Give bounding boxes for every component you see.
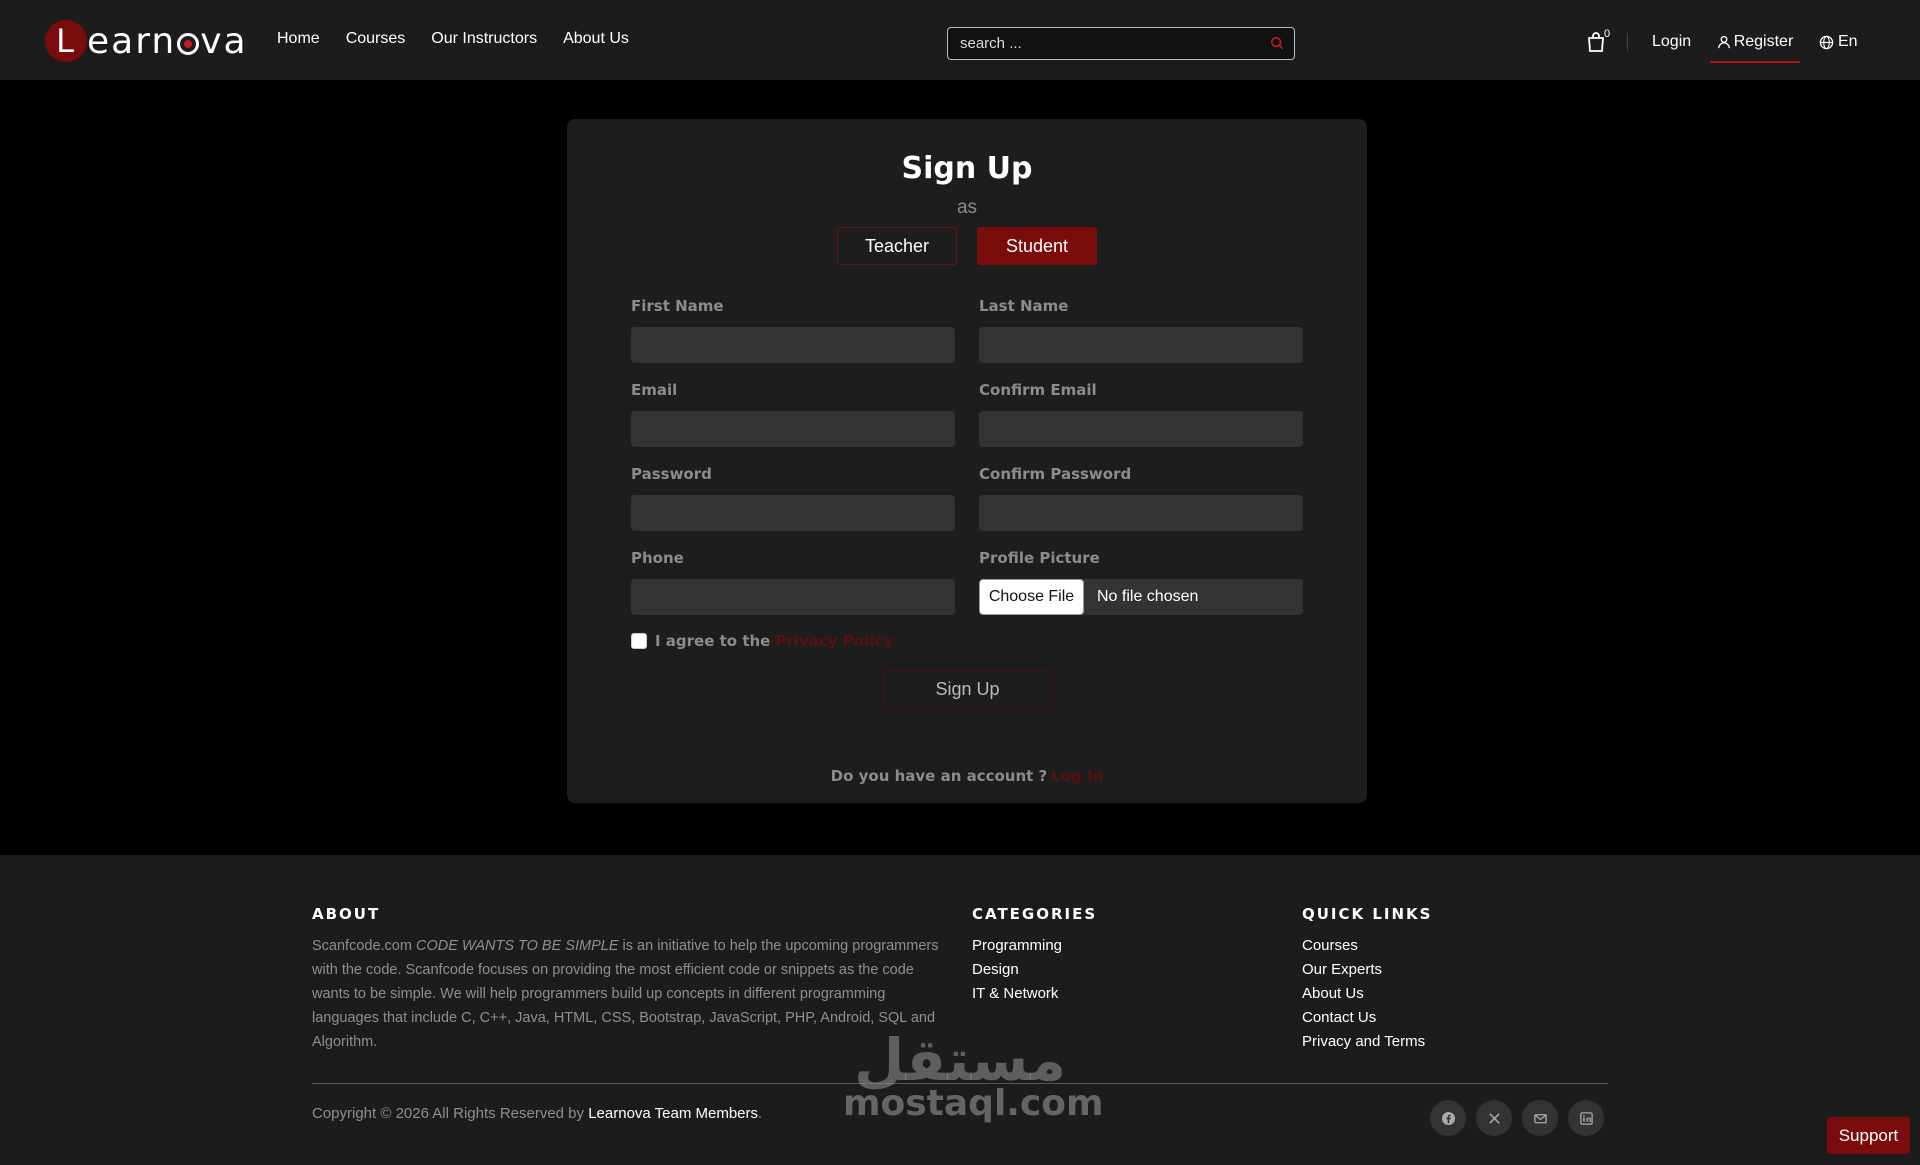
quick-link[interactable]: Contact Us (1302, 1006, 1425, 1030)
user-icon (1717, 35, 1730, 49)
category-link[interactable]: IT & Network (972, 982, 1062, 1006)
agree-text: I agree to the (655, 632, 771, 650)
file-status: No file chosen (1097, 588, 1199, 605)
search-box (947, 27, 1295, 60)
register-label: Register (1733, 33, 1794, 50)
search-input[interactable] (948, 28, 1248, 59)
confirm-password-label: Confirm Password (979, 465, 1132, 483)
profile-picture-field: Choose File No file chosen (979, 579, 1303, 615)
quick-links-heading: QUICK LINKS (1302, 905, 1433, 923)
logo-badge: L (45, 20, 87, 62)
signup-card: Sign Up as Teacher Student First Name La… (567, 119, 1367, 803)
logo-tail: va (200, 20, 248, 62)
nav-courses[interactable]: Courses (346, 30, 406, 48)
language-label: En (1838, 33, 1858, 50)
support-button[interactable]: Support (1827, 1117, 1910, 1154)
profile-picture-label: Profile Picture (979, 549, 1100, 567)
password-field[interactable] (631, 495, 955, 531)
account-text: Do you have an account ? (830, 767, 1048, 785)
last-name-field[interactable] (979, 327, 1303, 363)
about-heading: ABOUT (312, 905, 381, 923)
student-role-button[interactable]: Student (977, 227, 1097, 265)
copyright-end: . (758, 1105, 763, 1122)
page-title: Sign Up (901, 151, 1033, 186)
logo-wordmark: earn va (87, 21, 248, 62)
globe-icon (1819, 35, 1834, 49)
teacher-role-button[interactable]: Teacher (837, 227, 957, 265)
facebook-icon[interactable] (1430, 1100, 1466, 1136)
register-link[interactable]: Register (1710, 25, 1800, 63)
first-name-label: First Name (631, 297, 724, 315)
nav-divider (1627, 33, 1628, 51)
about-slogan: CODE WANTS TO BE SIMPLE (415, 938, 619, 954)
email-field[interactable] (631, 411, 955, 447)
last-name-label: Last Name (979, 297, 1069, 315)
watermark: مستقل mostaql.com (843, 1026, 1104, 1124)
confirm-password-field[interactable] (979, 495, 1303, 531)
log-in-link[interactable]: Log In (1051, 767, 1103, 785)
copyright: Copyright © 2026 All Rights Reserved by … (312, 1105, 762, 1122)
password-label: Password (631, 465, 712, 483)
quick-links-list: Courses Our Experts About Us Contact Us … (1302, 934, 1425, 1054)
copyright-text: Copyright © 2026 All Rights Reserved by (312, 1105, 585, 1122)
email-label: Email (631, 381, 678, 399)
watermark-latin: mostaql.com (843, 1083, 1104, 1124)
first-name-field[interactable] (631, 327, 955, 363)
logo-o-icon (177, 33, 200, 55)
nav-instructors[interactable]: Our Instructors (431, 30, 537, 48)
quick-link[interactable]: Privacy and Terms (1302, 1030, 1425, 1054)
about-site: Scanfcode.com (312, 938, 412, 954)
sign-up-button[interactable]: Sign Up (884, 670, 1051, 709)
mail-icon[interactable] (1522, 1100, 1558, 1136)
phone-field[interactable] (631, 579, 955, 615)
logo-text: earn (87, 20, 177, 62)
nav-home[interactable]: Home (277, 30, 320, 48)
nav-links: Home Courses Our Instructors About Us (277, 30, 655, 48)
quick-link[interactable]: Courses (1302, 934, 1425, 958)
category-link[interactable]: Programming (972, 934, 1062, 958)
categories-heading: CATEGORIES (972, 905, 1098, 923)
categories-list: Programming Design IT & Network (972, 934, 1062, 1006)
language-selector[interactable]: En (1819, 33, 1858, 51)
team-members-link[interactable]: Learnova Team Members (588, 1105, 758, 1122)
watermark-arabic: مستقل (853, 1026, 1067, 1094)
category-link[interactable]: Design (972, 958, 1062, 982)
phone-label: Phone (631, 549, 684, 567)
confirm-email-field[interactable] (979, 411, 1303, 447)
quick-link[interactable]: About Us (1302, 982, 1425, 1006)
account-prompt: Do you have an account ? Log In (567, 767, 1367, 785)
choose-file-button[interactable]: Choose File (979, 579, 1084, 615)
x-icon[interactable] (1476, 1100, 1512, 1136)
navbar: L earn va Home Courses Our Instructors Ab… (0, 0, 1920, 80)
linkedin-icon[interactable] (1568, 1100, 1604, 1136)
agree-checkbox[interactable] (631, 633, 647, 649)
nav-about[interactable]: About Us (563, 30, 629, 48)
signup-as-label: as (956, 197, 978, 218)
social-links (1430, 1100, 1604, 1136)
search-icon[interactable] (1270, 36, 1284, 50)
quick-link[interactable]: Our Experts (1302, 958, 1425, 982)
cart-count: 0 (1604, 28, 1611, 40)
login-link[interactable]: Login (1652, 33, 1691, 51)
privacy-policy-link[interactable]: Privacy Policy (775, 632, 893, 650)
confirm-email-label: Confirm Email (979, 381, 1097, 399)
privacy-agreement: I agree to the Privacy Policy (631, 632, 893, 650)
logo[interactable]: L earn va (45, 20, 248, 62)
